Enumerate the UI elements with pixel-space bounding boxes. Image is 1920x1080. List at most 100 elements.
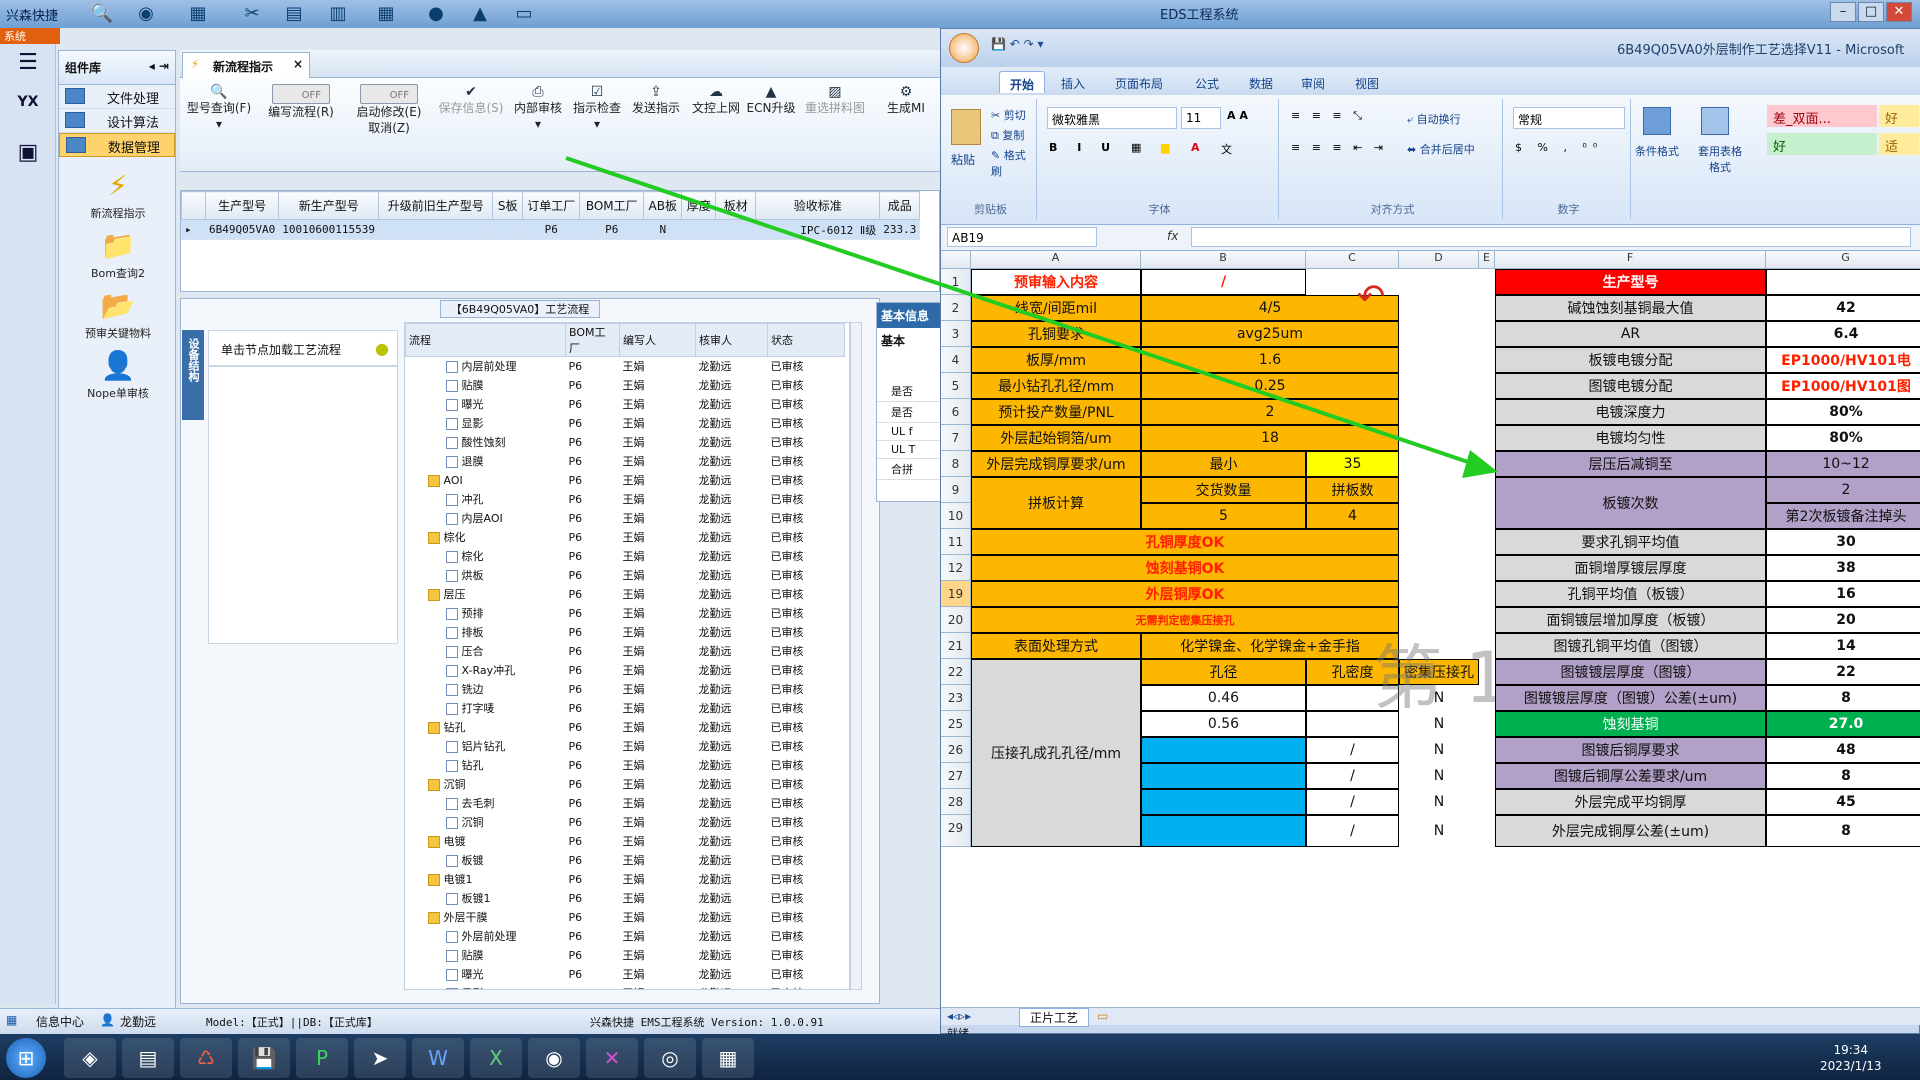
flow-node[interactable]: 烘板 <box>406 566 566 585</box>
internal-review-button[interactable]: ⎙ 内部审核 ▾ <box>510 84 566 132</box>
cell[interactable]: 孔铜厚度OK <box>971 529 1399 555</box>
graph-icon[interactable]: ▲ <box>468 3 492 25</box>
param-label[interactable]: 孔铜平均值（板镀） <box>1495 581 1766 607</box>
param-value[interactable]: 22 <box>1766 659 1920 685</box>
flow-row[interactable]: 钻孔 P6 王娟 龙勤远 已审核 <box>406 718 845 737</box>
tool-icon[interactable]: ✂ <box>240 3 264 25</box>
flow-node[interactable]: 铝片钻孔 <box>406 737 566 756</box>
param-value[interactable]: 38 <box>1766 555 1920 581</box>
pin-icon[interactable]: ◂ ⇥ <box>149 59 169 73</box>
cell[interactable]: 外层完成铜厚要求/um <box>971 451 1141 477</box>
row-header[interactable]: 11 <box>941 529 971 555</box>
tab-data[interactable]: 数据 <box>1239 71 1283 93</box>
row-header[interactable]: 7 <box>941 425 971 451</box>
col-header[interactable]: 新生产型号 <box>278 191 380 220</box>
param-value[interactable]: 8 <box>1766 763 1920 789</box>
flow-row[interactable]: 冲孔 P6 王娟 龙勤远 已审核 <box>406 490 845 509</box>
param-label[interactable]: 碱蚀蚀刻基铜最大值 <box>1495 295 1766 321</box>
flow-row[interactable]: 贴膜 P6 王娟 龙勤远 已审核 <box>406 946 845 965</box>
cell[interactable]: 最小 <box>1141 451 1306 477</box>
param-label[interactable]: 板镀电镀分配 <box>1495 347 1766 373</box>
cell[interactable]: 0.25 <box>1141 373 1399 399</box>
style-good[interactable]: 好 <box>1879 105 1919 127</box>
flow-row[interactable]: X-Ray冲孔 P6 王娟 龙勤远 已审核 <box>406 661 845 680</box>
wrap-text-button[interactable]: ⤶ 自动换行 <box>1407 111 1461 127</box>
cell[interactable]: 交货数量 <box>1141 477 1306 503</box>
grid-cell[interactable]: P6 <box>522 219 581 240</box>
close-icon[interactable]: × <box>293 57 303 71</box>
tab-new-flow[interactable]: ⚡ 新流程指示 × <box>182 52 310 78</box>
cell[interactable]: 蚀刻基铜OK <box>971 555 1399 581</box>
app-recycle-icon[interactable]: ♺ <box>180 1038 232 1078</box>
cell[interactable] <box>1141 763 1306 789</box>
user-icon[interactable]: ● <box>424 3 448 25</box>
windows-icon[interactable]: ▦ <box>6 1013 17 1027</box>
cell[interactable]: / <box>1306 737 1399 763</box>
number-format-select[interactable]: 常规 <box>1513 107 1625 129</box>
row-header[interactable]: 4 <box>941 347 971 373</box>
param-value[interactable]: 80% <box>1766 425 1920 451</box>
phonetic-icon[interactable]: 文 <box>1221 141 1232 157</box>
format-painter-button[interactable]: ✎ 格式刷 <box>991 147 1036 179</box>
column-header[interactable]: B <box>1141 251 1306 269</box>
cell[interactable]: 5 <box>1141 503 1306 529</box>
flow-row[interactable]: 贴膜 P6 王娟 龙勤远 已审核 <box>406 376 845 395</box>
flow-node[interactable]: X-Ray冲孔 <box>406 661 566 680</box>
border-icon[interactable]: ▦ <box>1131 141 1141 154</box>
param-value[interactable]: 8 <box>1766 685 1920 711</box>
basic-row[interactable]: UL f <box>877 423 941 441</box>
quick-access-icon[interactable]: 💾 ↶ ↷ ▾ <box>991 37 1044 51</box>
row-header[interactable]: 22 <box>941 659 971 685</box>
row-header[interactable]: 19 <box>941 581 971 607</box>
cell[interactable]: 无需判定密集压接孔 <box>971 607 1399 633</box>
basic-row[interactable]: UL T <box>877 441 941 459</box>
column-header[interactable]: D <box>1399 251 1479 269</box>
conditional-format-icon[interactable] <box>1643 107 1671 135</box>
cell[interactable]: 预计投产数量/PNL <box>971 399 1141 425</box>
col-header[interactable]: BOM工厂 <box>579 191 645 220</box>
flow-row[interactable]: 内层前处理 P6 王娟 龙勤远 已审核 <box>406 357 845 376</box>
grid-cell[interactable]: 6B49Q05VA0 <box>204 219 280 240</box>
flow-col-header[interactable]: 状态 <box>767 323 845 357</box>
minimize-button[interactable]: – <box>1830 2 1856 22</box>
param-label[interactable]: 层压后减铜至 <box>1495 451 1766 477</box>
param-value[interactable]: 8 <box>1766 815 1920 847</box>
flow-node[interactable]: 去毛刺 <box>406 794 566 813</box>
bom-query-item[interactable]: 📁 Bom查询2 <box>59 227 177 281</box>
param-label[interactable]: 电镀深度力 <box>1495 399 1766 425</box>
param-value[interactable]: 2 <box>1766 477 1920 503</box>
column-header[interactable]: C <box>1306 251 1399 269</box>
column-header[interactable]: E <box>1479 251 1495 269</box>
param-value[interactable]: 45 <box>1766 789 1920 815</box>
flow-node[interactable]: 外层前处理 <box>406 927 566 946</box>
row-header[interactable]: 9 <box>941 477 971 503</box>
sheet-corner[interactable] <box>941 251 971 269</box>
flow-row[interactable]: 曝光 P6 王娟 龙勤远 已审核 <box>406 965 845 984</box>
cell[interactable]: 4 <box>1306 503 1399 529</box>
app-x-icon[interactable]: ✕ <box>586 1038 638 1078</box>
param-label[interactable]: 外层完成铜厚公差(±um) <box>1495 815 1766 847</box>
table-format-icon[interactable] <box>1701 107 1729 135</box>
cell[interactable]: 2 <box>1141 399 1399 425</box>
merge-center-button[interactable]: ⬌ 合并后居中 <box>1407 141 1475 157</box>
row-header[interactable]: 28 <box>941 789 971 815</box>
new-flow-item[interactable]: ⚡ 新流程指示 <box>59 167 177 221</box>
cell[interactable]: / <box>1306 815 1399 847</box>
cell[interactable]: avg25um <box>1141 321 1399 347</box>
number-format-icons[interactable]: $ % , ⁰⁰ <box>1515 141 1603 154</box>
conditional-format-button[interactable]: 条件格式 <box>1635 143 1679 159</box>
app-eye2-icon[interactable]: ◎ <box>644 1038 696 1078</box>
param-value[interactable]: EP1000/HV101图 <box>1766 373 1920 399</box>
grid-cell[interactable] <box>492 219 524 240</box>
check-instruction-button[interactable]: ☑ 指示检查 ▾ <box>570 84 624 132</box>
cell[interactable]: / <box>1306 763 1399 789</box>
table-row[interactable]: ▸ 6B49Q05VA0 10010600115539 P6 P6 N IPC-… <box>181 219 921 240</box>
flow-node[interactable]: 板镀1 <box>406 889 566 908</box>
flow-row[interactable]: 排板 P6 王娟 龙勤远 已审核 <box>406 623 845 642</box>
grid-cell[interactable] <box>378 219 494 240</box>
table-icon[interactable]: ▦ <box>186 3 210 25</box>
flow-node[interactable]: 铣边 <box>406 680 566 699</box>
flow-row[interactable]: 显影 P6王娟龙勤远已审核 <box>406 984 845 989</box>
param-label[interactable]: 面铜镀层增加厚度（板镀） <box>1495 607 1766 633</box>
col-header[interactable]: 成品 <box>879 191 921 220</box>
